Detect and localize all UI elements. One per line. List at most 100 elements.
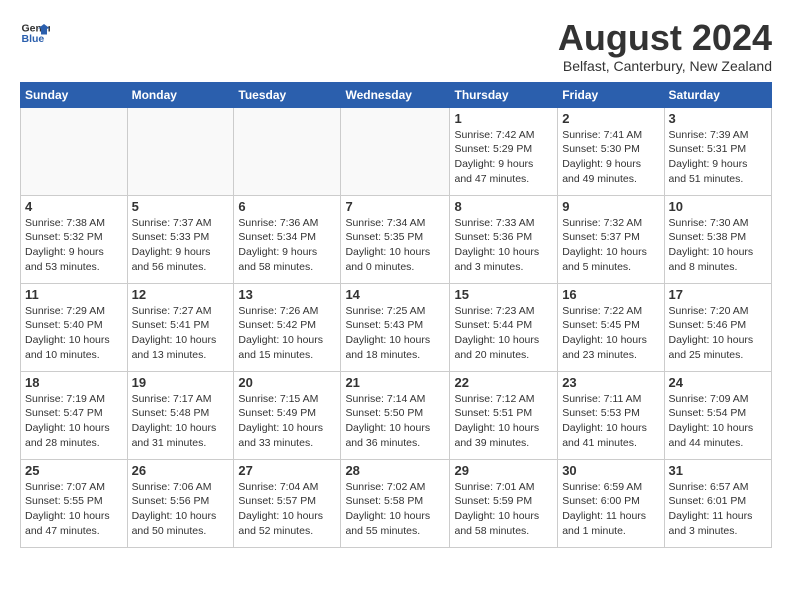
weekday-header-monday: Monday: [127, 82, 234, 107]
week-row-3: 11 Sunrise: 7:29 AM Sunset: 5:40 PM Dayli…: [21, 283, 772, 371]
calendar-cell: 16Sunrise: 7:22 AM Sunset: 5:45 PM Dayli…: [558, 283, 664, 371]
day-number: 28: [345, 463, 445, 478]
calendar-cell: 10 Sunrise: 7:30 AM Sunset: 5:38 PM Dayli…: [664, 195, 771, 283]
day-info: Sunrise: 7:07 AM Sunset: 5:55 PM Dayligh…: [25, 480, 123, 539]
day-info: Sunrise: 7:30 AM Sunset: 5:38 PM Dayligh…: [669, 216, 767, 275]
weekday-header-tuesday: Tuesday: [234, 82, 341, 107]
calendar-cell: 11 Sunrise: 7:29 AM Sunset: 5:40 PM Dayli…: [21, 283, 128, 371]
week-row-1: 1 Sunrise: 7:42 AM Sunset: 5:29 PM Daylig…: [21, 107, 772, 195]
week-row-4: 18 Sunrise: 7:19 AM Sunset: 5:47 PM Dayli…: [21, 371, 772, 459]
calendar-cell: 24 Sunrise: 7:09 AM Sunset: 5:54 PM Dayli…: [664, 371, 771, 459]
day-number: 14: [345, 287, 445, 302]
calendar-cell: 15Sunrise: 7:23 AM Sunset: 5:44 PM Dayli…: [450, 283, 558, 371]
calendar-cell: 5 Sunrise: 7:37 AM Sunset: 5:33 PM Daylig…: [127, 195, 234, 283]
subtitle: Belfast, Canterbury, New Zealand: [558, 58, 772, 74]
day-info: Sunrise: 7:29 AM Sunset: 5:40 PM Dayligh…: [25, 304, 123, 363]
calendar-cell: 13 Sunrise: 7:26 AM Sunset: 5:42 PM Dayli…: [234, 283, 341, 371]
title-area: August 2024 Belfast, Canterbury, New Zea…: [558, 18, 772, 74]
week-row-2: 4Sunrise: 7:38 AM Sunset: 5:32 PM Daylig…: [21, 195, 772, 283]
day-info: Sunrise: 7:41 AM Sunset: 5:30 PM Dayligh…: [562, 128, 659, 187]
day-info: Sunrise: 7:39 AM Sunset: 5:31 PM Dayligh…: [669, 128, 767, 187]
calendar-cell: [234, 107, 341, 195]
day-info: Sunrise: 7:06 AM Sunset: 5:56 PM Dayligh…: [132, 480, 230, 539]
day-number: 25: [25, 463, 123, 478]
day-number: 21: [345, 375, 445, 390]
day-number: 17: [669, 287, 767, 302]
day-info: Sunrise: 7:42 AM Sunset: 5:29 PM Dayligh…: [454, 128, 553, 187]
day-info: Sunrise: 7:02 AM Sunset: 5:58 PM Dayligh…: [345, 480, 445, 539]
day-number: 30: [562, 463, 659, 478]
day-number: 29: [454, 463, 553, 478]
day-number: 18: [25, 375, 123, 390]
day-number: 24: [669, 375, 767, 390]
day-info: Sunrise: 7:37 AM Sunset: 5:33 PM Dayligh…: [132, 216, 230, 275]
day-number: 1: [454, 111, 553, 126]
page: General Blue August 2024 Belfast, Canter…: [0, 0, 792, 558]
day-info: Sunrise: 7:14 AM Sunset: 5:50 PM Dayligh…: [345, 392, 445, 451]
day-number: 23: [562, 375, 659, 390]
weekday-header-saturday: Saturday: [664, 82, 771, 107]
day-number: 6: [238, 199, 336, 214]
calendar-table: SundayMondayTuesdayWednesdayThursdayFrid…: [20, 82, 772, 548]
weekday-header-wednesday: Wednesday: [341, 82, 450, 107]
weekday-header-thursday: Thursday: [450, 82, 558, 107]
day-info: Sunrise: 7:04 AM Sunset: 5:57 PM Dayligh…: [238, 480, 336, 539]
day-number: 9: [562, 199, 659, 214]
month-title: August 2024: [558, 18, 772, 58]
calendar-cell: 31 Sunrise: 6:57 AM Sunset: 6:01 PM Dayli…: [664, 459, 771, 547]
calendar-cell: [21, 107, 128, 195]
svg-text:Blue: Blue: [22, 33, 45, 45]
day-number: 5: [132, 199, 230, 214]
day-number: 27: [238, 463, 336, 478]
calendar-cell: 20Sunrise: 7:15 AM Sunset: 5:49 PM Dayli…: [234, 371, 341, 459]
calendar-cell: 9Sunrise: 7:32 AM Sunset: 5:37 PM Daylig…: [558, 195, 664, 283]
day-info: Sunrise: 7:20 AM Sunset: 5:46 PM Dayligh…: [669, 304, 767, 363]
calendar-cell: 3 Sunrise: 7:39 AM Sunset: 5:31 PM Daylig…: [664, 107, 771, 195]
week-row-5: 25 Sunrise: 7:07 AM Sunset: 5:55 PM Dayli…: [21, 459, 772, 547]
calendar-cell: 22 Sunrise: 7:12 AM Sunset: 5:51 PM Dayli…: [450, 371, 558, 459]
calendar-cell: 12Sunrise: 7:27 AM Sunset: 5:41 PM Dayli…: [127, 283, 234, 371]
day-info: Sunrise: 7:25 AM Sunset: 5:43 PM Dayligh…: [345, 304, 445, 363]
calendar-cell: 23 Sunrise: 7:11 AM Sunset: 5:53 PM Dayli…: [558, 371, 664, 459]
calendar-cell: [341, 107, 450, 195]
day-info: Sunrise: 7:17 AM Sunset: 5:48 PM Dayligh…: [132, 392, 230, 451]
day-info: Sunrise: 6:57 AM Sunset: 6:01 PM Dayligh…: [669, 480, 767, 539]
day-info: Sunrise: 7:01 AM Sunset: 5:59 PM Dayligh…: [454, 480, 553, 539]
day-number: 31: [669, 463, 767, 478]
day-number: 3: [669, 111, 767, 126]
day-info: Sunrise: 7:19 AM Sunset: 5:47 PM Dayligh…: [25, 392, 123, 451]
weekday-header-row: SundayMondayTuesdayWednesdayThursdayFrid…: [21, 82, 772, 107]
day-number: 10: [669, 199, 767, 214]
day-info: Sunrise: 7:11 AM Sunset: 5:53 PM Dayligh…: [562, 392, 659, 451]
calendar-cell: 7Sunrise: 7:34 AM Sunset: 5:35 PM Daylig…: [341, 195, 450, 283]
weekday-header-sunday: Sunday: [21, 82, 128, 107]
calendar-cell: 27 Sunrise: 7:04 AM Sunset: 5:57 PM Dayli…: [234, 459, 341, 547]
day-info: Sunrise: 7:34 AM Sunset: 5:35 PM Dayligh…: [345, 216, 445, 275]
day-number: 20: [238, 375, 336, 390]
day-number: 4: [25, 199, 123, 214]
calendar-cell: 18 Sunrise: 7:19 AM Sunset: 5:47 PM Dayli…: [21, 371, 128, 459]
calendar-cell: 25 Sunrise: 7:07 AM Sunset: 5:55 PM Dayli…: [21, 459, 128, 547]
day-info: Sunrise: 7:33 AM Sunset: 5:36 PM Dayligh…: [454, 216, 553, 275]
calendar-cell: 26Sunrise: 7:06 AM Sunset: 5:56 PM Dayli…: [127, 459, 234, 547]
calendar-cell: 19 Sunrise: 7:17 AM Sunset: 5:48 PM Dayli…: [127, 371, 234, 459]
calendar-cell: 30 Sunrise: 6:59 AM Sunset: 6:00 PM Dayli…: [558, 459, 664, 547]
calendar-cell: [127, 107, 234, 195]
calendar-cell: 4Sunrise: 7:38 AM Sunset: 5:32 PM Daylig…: [21, 195, 128, 283]
day-info: Sunrise: 7:27 AM Sunset: 5:41 PM Dayligh…: [132, 304, 230, 363]
day-info: Sunrise: 7:23 AM Sunset: 5:44 PM Dayligh…: [454, 304, 553, 363]
day-number: 13: [238, 287, 336, 302]
day-info: Sunrise: 7:36 AM Sunset: 5:34 PM Dayligh…: [238, 216, 336, 275]
day-number: 8: [454, 199, 553, 214]
day-info: Sunrise: 6:59 AM Sunset: 6:00 PM Dayligh…: [562, 480, 659, 539]
day-info: Sunrise: 7:26 AM Sunset: 5:42 PM Dayligh…: [238, 304, 336, 363]
day-info: Sunrise: 7:12 AM Sunset: 5:51 PM Dayligh…: [454, 392, 553, 451]
day-number: 19: [132, 375, 230, 390]
day-number: 22: [454, 375, 553, 390]
weekday-header-friday: Friday: [558, 82, 664, 107]
day-number: 2: [562, 111, 659, 126]
day-info: Sunrise: 7:09 AM Sunset: 5:54 PM Dayligh…: [669, 392, 767, 451]
calendar-cell: 17 Sunrise: 7:20 AM Sunset: 5:46 PM Dayli…: [664, 283, 771, 371]
calendar-cell: 1 Sunrise: 7:42 AM Sunset: 5:29 PM Daylig…: [450, 107, 558, 195]
day-number: 11: [25, 287, 123, 302]
